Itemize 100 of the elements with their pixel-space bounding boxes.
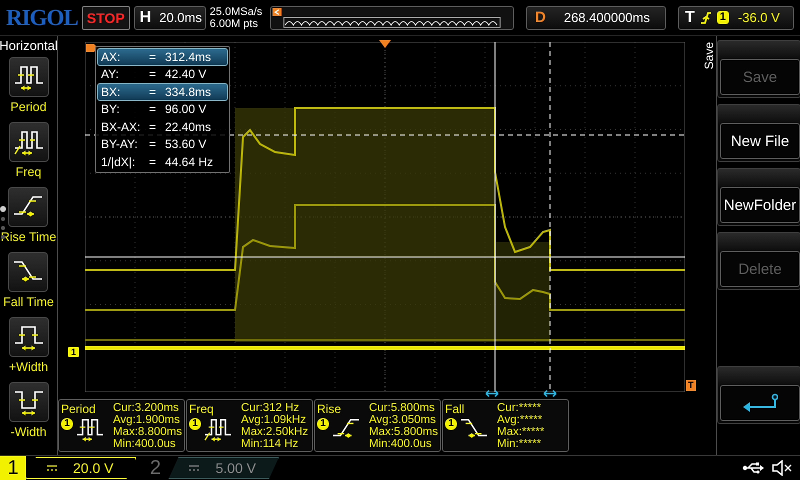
sample-rate: 25.0MSa/s [210, 6, 264, 18]
trigger-label: T [685, 8, 695, 26]
return-arrow-icon [742, 393, 778, 413]
equals-sign: = [149, 102, 158, 116]
measurement-value: Min:400.0us [368, 438, 433, 450]
equals-sign: = [149, 137, 158, 152]
cursor-value: 53.60 V [165, 137, 206, 152]
channel-badge: 1 [61, 418, 73, 430]
measurement-panel[interactable]: Period 1 Cur:3.200ms Avg:1.900ms Max:8.800ms Min:400.0us [58, 399, 185, 452]
measurement-value: Min:114 Hz [241, 438, 300, 450]
readout-marker-icon [86, 42, 98, 54]
measurement-button[interactable] [8, 122, 48, 162]
run-stop-indicator[interactable]: STOP [82, 6, 130, 30]
period-icon [12, 63, 44, 91]
menu-button[interactable]: New File [720, 123, 800, 159]
frequency-icon [203, 416, 233, 442]
cursor-value: 334.8ms [165, 84, 212, 99]
cursor-label: BX-AX: [101, 120, 142, 134]
measurement-name: Freq [189, 402, 215, 416]
channel-number[interactable]: 1 [0, 456, 26, 480]
measurement-label: -Width [10, 425, 47, 439]
cursor-label: 1/|dX|: [101, 154, 136, 169]
position-marker-icon [272, 8, 282, 16]
delay-panel[interactable]: D 268.400000ms [526, 6, 666, 30]
frequency-icon [12, 128, 44, 156]
measurement-name: Fall [445, 402, 466, 416]
cursor-label: AY: [101, 67, 120, 82]
dc-coupling-icon [189, 465, 200, 471]
negative-width-icon [12, 388, 44, 416]
trigger-source-badge: 1 [716, 11, 729, 24]
rising-edge-icon [700, 10, 712, 26]
timebase-value: 20.0ms [159, 10, 202, 25]
channel-badge: 1 [445, 418, 457, 430]
channel-badge: 1 [189, 418, 201, 430]
trigger-level-marker: T [686, 380, 696, 391]
measurement-value: Avg:3.050ms [368, 414, 437, 426]
measurement-value: Min:400.0us [112, 438, 177, 450]
menu-button[interactable]: NewFolder [720, 187, 800, 223]
cursor-marker-icon [543, 389, 557, 398]
cursor-label: AX: [101, 50, 122, 64]
cursor-label: BX: [101, 84, 122, 99]
measurement-value: Cur:312 Hz [241, 402, 300, 414]
cursor-value: 44.64 Hz [165, 154, 214, 169]
measurement-value: Avg:***** [497, 414, 544, 426]
channel-marker: 1 [68, 347, 80, 357]
measurement-value: Cur:5.800ms [368, 402, 436, 414]
measurement-button[interactable] [8, 317, 48, 357]
equals-sign: = [149, 84, 158, 99]
measurement-panel[interactable]: Freq 1 Cur:312 Hz Avg:1.09kHz Max:2.50kHz Min:114 Hz [186, 399, 313, 452]
cursor-label: BY-AY: [101, 137, 139, 152]
timebase-label: H [140, 8, 152, 26]
menu-title: Save [702, 42, 716, 70]
equals-sign: = [149, 67, 158, 82]
measurement-value: Avg:1.900ms [112, 414, 181, 426]
measurement-value: Avg:1.09kHz [241, 414, 307, 426]
cursor-label: BY: [101, 102, 121, 116]
equals-sign: = [149, 120, 158, 134]
measurement-button[interactable] [8, 382, 48, 422]
channel-number[interactable]: 2 [142, 456, 168, 480]
measurement-value: Max:5.800ms [368, 426, 438, 438]
trigger-level: -36.0 V [738, 10, 780, 25]
measurement-label: Freq [16, 165, 42, 179]
measurement-label: Fall Time [3, 295, 54, 309]
measurement-button[interactable] [8, 252, 48, 292]
cursor-value: 96.00 V [165, 102, 206, 116]
measurement-panel[interactable]: Fall 1 Cur:***** Avg:***** Max:***** Min:***** [442, 399, 569, 452]
channel-badge: 1 [317, 418, 329, 430]
measurement-value: Min:***** [497, 438, 542, 450]
measurement-button[interactable] [8, 187, 48, 227]
measurement-value: Cur:***** [497, 402, 542, 414]
usb-icon [742, 462, 764, 474]
back-button[interactable] [720, 385, 800, 421]
timebase-panel[interactable]: H 20.0ms [134, 6, 206, 30]
positive-width-icon [12, 323, 44, 351]
equals-sign: = [149, 50, 158, 64]
delay-label: D [535, 9, 546, 26]
menu-title: Horizontal [0, 38, 58, 53]
channel-scale-tag[interactable]: 5.00 V [168, 457, 279, 479]
delay-value: 268.400000ms [564, 10, 650, 25]
measurement-name: Period [61, 402, 97, 416]
memory-depth: 6.00M pts [210, 18, 259, 30]
cursor-value: 42.40 V [165, 67, 206, 82]
cursor-value: 22.40ms [165, 120, 212, 134]
measurement-value: Max:8.800ms [112, 426, 182, 438]
measurement-value: Cur:3.200ms [112, 402, 180, 414]
dc-coupling-icon [47, 465, 57, 471]
measurement-panel[interactable]: Rise 1 Cur:5.800ms Avg:3.050ms Max:5.800ms Min:400.0us [314, 399, 441, 452]
channel-scale-tag[interactable]: 20.0 V [26, 457, 136, 479]
cursor-value: 312.4ms [165, 50, 212, 64]
speaker-muted-icon [772, 460, 792, 476]
measurement-label: +Width [8, 360, 48, 374]
period-icon [75, 416, 105, 442]
measurement-value: Max:***** [497, 426, 544, 438]
measurement-button[interactable] [8, 57, 48, 97]
measurement-name: Rise [317, 402, 342, 416]
trigger-position-marker-icon [379, 40, 391, 48]
trigger-panel[interactable]: T 1 -36.0 V [678, 6, 794, 30]
equals-sign: = [149, 154, 158, 169]
measurement-value: Max:2.50kHz [241, 426, 308, 438]
cursor-marker-icon [485, 389, 499, 398]
